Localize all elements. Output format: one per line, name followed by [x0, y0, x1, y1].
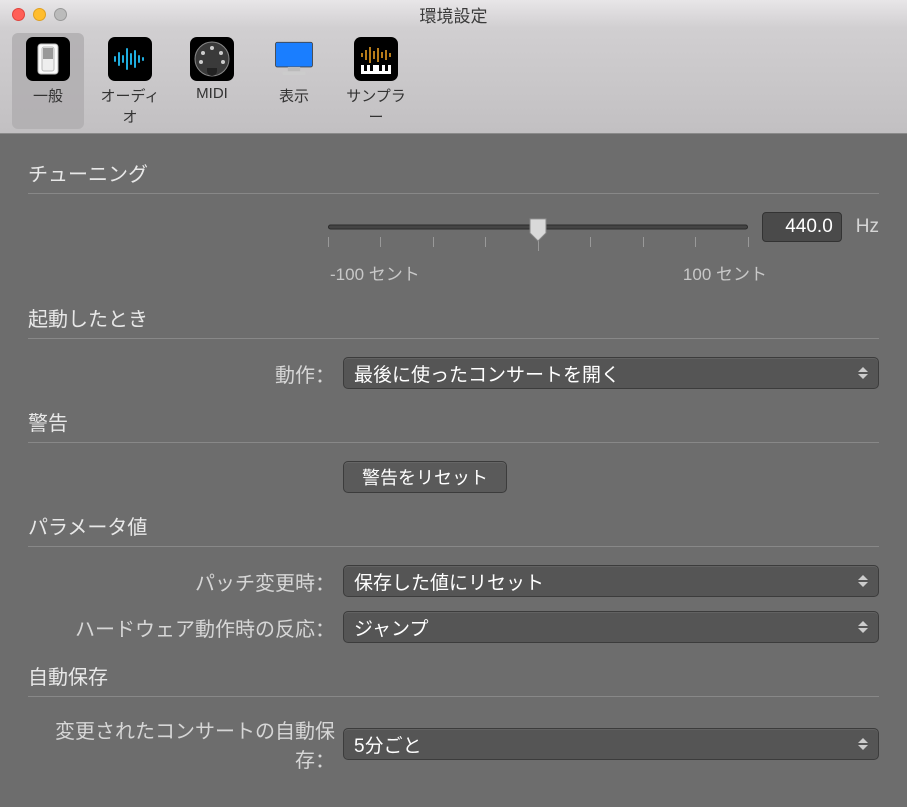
- chevron-updown-icon: [858, 738, 868, 750]
- tab-audio[interactable]: オーディオ: [94, 33, 166, 129]
- tuning-min-label: -100 セント: [330, 260, 420, 285]
- patch-change-value: 保存した値にリセット: [354, 568, 544, 595]
- tab-midi[interactable]: MIDI: [176, 33, 248, 129]
- autosave-select[interactable]: 5分ごと: [343, 728, 879, 760]
- titlebar: 環境設定: [0, 0, 907, 28]
- tuning-slider[interactable]: [328, 215, 748, 239]
- section-autosave-title: 自動保存: [28, 661, 879, 697]
- tab-midi-label: MIDI: [176, 85, 248, 102]
- sampler-icon: [354, 37, 398, 81]
- tab-audio-label: オーディオ: [94, 85, 166, 127]
- startup-action-value: 最後に使ったコンサートを開く: [354, 360, 620, 387]
- hardware-response-label: ハードウェア動作時の反応：: [28, 613, 343, 642]
- midi-icon: [190, 37, 234, 81]
- hardware-response-value: ジャンプ: [354, 614, 428, 641]
- tab-general-label: 一般: [12, 85, 84, 106]
- chevron-updown-icon: [858, 575, 868, 587]
- slider-thumb-icon[interactable]: [528, 217, 548, 241]
- section-alerts-title: 警告: [28, 407, 879, 443]
- tab-sampler[interactable]: サンプラー: [340, 33, 412, 129]
- window-title: 環境設定: [0, 2, 907, 27]
- chevron-updown-icon: [858, 621, 868, 633]
- preferences-toolbar: 一般 オーディオ MIDI: [0, 28, 907, 134]
- zoom-window-icon[interactable]: [54, 8, 67, 21]
- patch-change-label: パッチ変更時：: [28, 567, 343, 596]
- close-window-icon[interactable]: [12, 8, 25, 21]
- waveform-icon: [108, 37, 152, 81]
- startup-action-select[interactable]: 最後に使ったコンサートを開く: [343, 357, 879, 389]
- startup-action-label: 動作：: [28, 359, 343, 388]
- section-startup-title: 起動したとき: [28, 303, 879, 339]
- preferences-content: チューニング Hz: [0, 134, 907, 807]
- autosave-value: 5分ごと: [354, 731, 422, 758]
- tuning-row: Hz -100 セント 100 セント: [28, 212, 879, 285]
- patch-change-select[interactable]: 保存した値にリセット: [343, 565, 879, 597]
- tuning-value-field[interactable]: [762, 212, 842, 242]
- minimize-window-icon[interactable]: [33, 8, 46, 21]
- tuning-unit-label: Hz: [856, 216, 879, 238]
- tuning-max-label: 100 セント: [683, 260, 767, 285]
- hardware-response-select[interactable]: ジャンプ: [343, 611, 879, 643]
- reset-alerts-button[interactable]: 警告をリセット: [343, 461, 507, 493]
- section-tuning-title: チューニング: [28, 158, 879, 194]
- monitor-icon: [272, 37, 316, 81]
- tab-general[interactable]: 一般: [12, 33, 84, 129]
- tab-display[interactable]: 表示: [258, 33, 330, 129]
- tab-display-label: 表示: [258, 85, 330, 106]
- switch-icon: [26, 37, 70, 81]
- chevron-updown-icon: [858, 367, 868, 379]
- autosave-label: 変更されたコンサートの自動保存：: [28, 715, 343, 773]
- window-controls: [12, 8, 67, 21]
- section-params-title: パラメータ値: [28, 511, 879, 547]
- tab-sampler-label: サンプラー: [340, 85, 412, 127]
